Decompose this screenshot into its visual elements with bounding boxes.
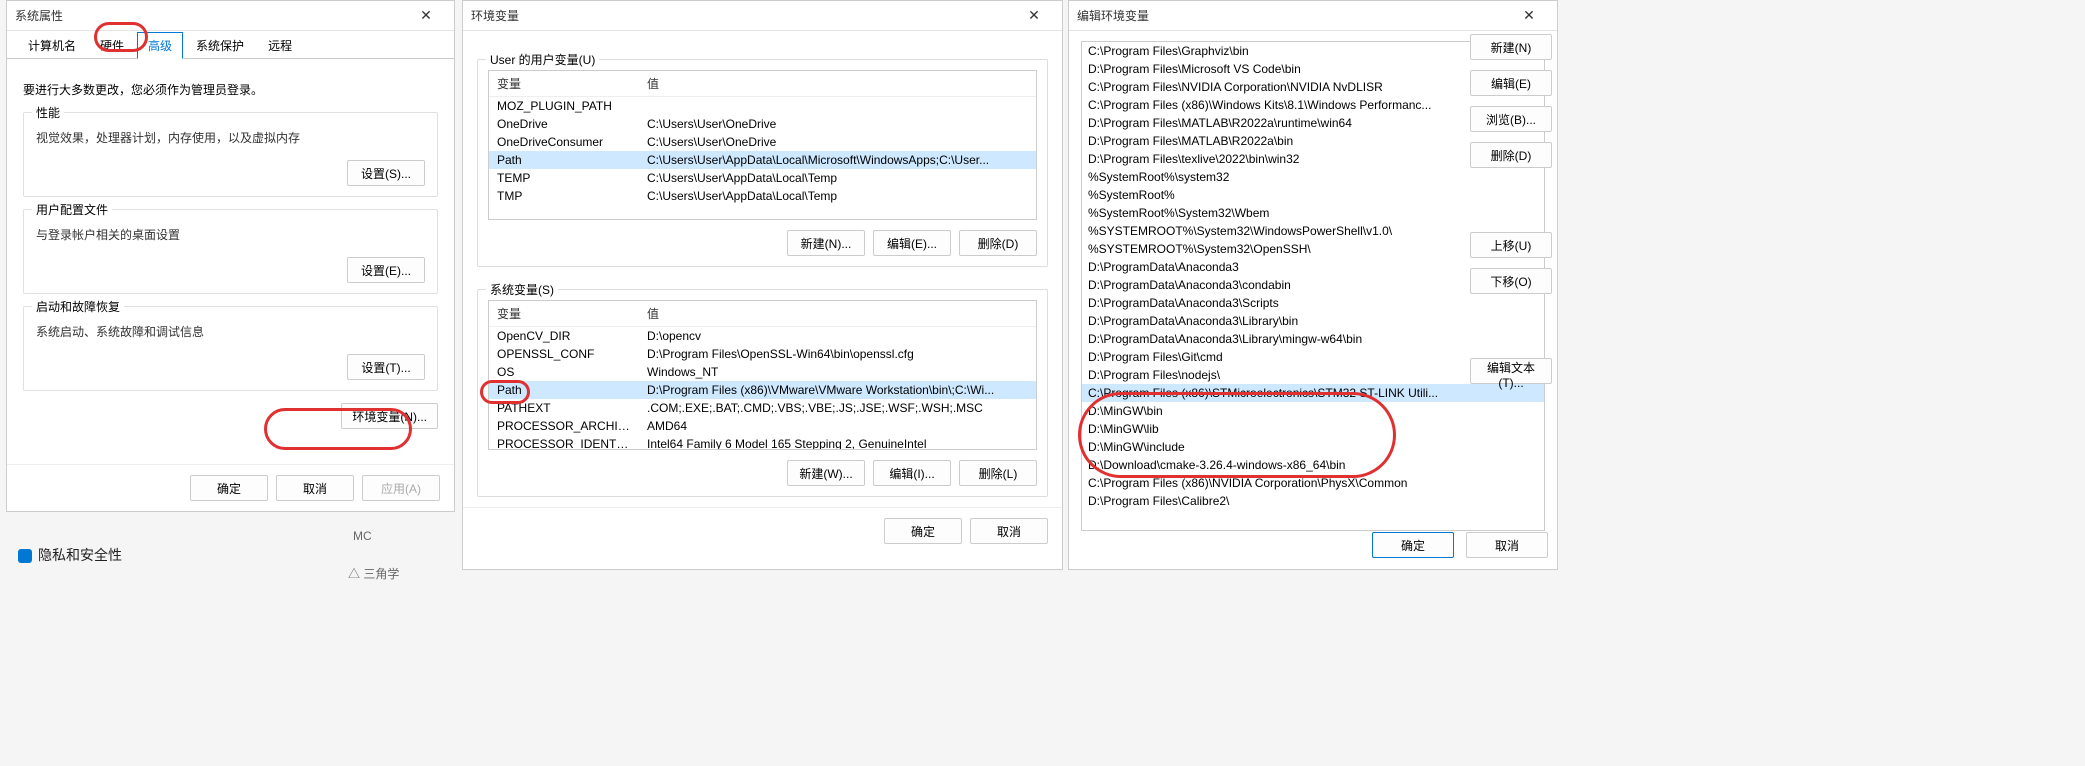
user-new-button[interactable]: 新建(N)... [787, 230, 865, 256]
system-variables-group: 系统变量(S) 变量 值 OpenCV_DIRD:\opencvOPENSSL_… [477, 289, 1048, 497]
environment-variables-button[interactable]: 环境变量(N)... [341, 403, 438, 429]
sys-delete-button[interactable]: 删除(L) [959, 460, 1037, 486]
ok-button[interactable]: 确定 [190, 475, 268, 501]
desktop-item-trig: △ 三角学 [348, 565, 399, 582]
list-item[interactable]: MOZ_PLUGIN_PATH [489, 97, 1036, 115]
startup-recovery-group: 启动和故障恢复 系统启动、系统故障和调试信息 设置(T)... [23, 306, 438, 391]
performance-title: 性能 [32, 104, 64, 121]
list-item[interactable]: PATHEXT.COM;.EXE;.BAT;.CMD;.VBS;.VBE;.JS… [489, 399, 1036, 417]
close-icon[interactable]: ✕ [1014, 7, 1054, 24]
user-profile-group: 用户配置文件 与登录帐户相关的桌面设置 设置(E)... [23, 209, 438, 294]
tab-hardware[interactable]: 硬件 [89, 32, 135, 58]
system-variables-listview[interactable]: 变量 值 OpenCV_DIRD:\opencvOPENSSL_CONFD:\P… [488, 300, 1037, 450]
user-profile-title: 用户配置文件 [32, 201, 112, 218]
list-item[interactable]: OPENSSL_CONFD:\Program Files\OpenSSL-Win… [489, 345, 1036, 363]
column-variable[interactable]: 变量 [489, 301, 639, 326]
desktop-item-mc: MC [353, 529, 372, 543]
ok-button[interactable]: 确定 [884, 518, 962, 544]
performance-settings-button[interactable]: 设置(S)... [347, 160, 425, 186]
user-variables-listview[interactable]: 变量 值 MOZ_PLUGIN_PATHOneDriveC:\Users\Use… [488, 70, 1037, 220]
titlebar: 环境变量 ✕ [463, 1, 1062, 31]
startup-title: 启动和故障恢复 [32, 298, 124, 315]
path-item[interactable]: D:\MinGW\bin [1082, 402, 1544, 420]
titlebar: 编辑环境变量 ✕ [1069, 1, 1557, 31]
edit-path-buttons: 新建(N) 编辑(E) 浏览(B)... 删除(D) 上移(U) 下移(O) 编… [1470, 34, 1552, 384]
path-item[interactable]: D:\MinGW\include [1082, 438, 1544, 456]
apply-button[interactable]: 应用(A) [362, 475, 440, 501]
tab-computer-name[interactable]: 计算机名 [17, 32, 87, 58]
list-item[interactable]: TMPC:\Users\User\AppData\Local\Temp [489, 187, 1036, 205]
dialog-title: 编辑环境变量 [1077, 7, 1509, 24]
list-item[interactable]: PROCESSOR_IDENTIFIERIntel64 Family 6 Mod… [489, 435, 1036, 450]
list-item[interactable]: PathC:\Users\User\AppData\Local\Microsof… [489, 151, 1036, 169]
edit-button[interactable]: 编辑(E) [1470, 70, 1552, 96]
sys-new-button[interactable]: 新建(W)... [787, 460, 865, 486]
list-item[interactable]: OneDriveConsumerC:\Users\User\OneDrive [489, 133, 1036, 151]
move-up-button[interactable]: 上移(U) [1470, 232, 1552, 258]
path-item[interactable]: C:\Program Files (x86)\STMicroelectronic… [1082, 384, 1544, 402]
user-edit-button[interactable]: 编辑(E)... [873, 230, 951, 256]
list-item[interactable]: OneDriveC:\Users\User\OneDrive [489, 115, 1036, 133]
close-icon[interactable]: ✕ [406, 7, 446, 24]
close-icon[interactable]: ✕ [1509, 7, 1549, 24]
new-button[interactable]: 新建(N) [1470, 34, 1552, 60]
system-variables-label: 系统变量(S) [486, 281, 558, 298]
tab-system-protection[interactable]: 系统保护 [185, 32, 255, 58]
path-item[interactable]: D:\Program Files\Calibre2\ [1082, 492, 1544, 510]
cancel-button[interactable]: 取消 [970, 518, 1048, 544]
edit-path-footer: 确定 取消 [1372, 532, 1548, 558]
tab-advanced[interactable]: 高级 [137, 32, 183, 59]
user-variables-group: User 的用户变量(U) 变量 值 MOZ_PLUGIN_PATHOneDri… [477, 59, 1048, 267]
user-profile-settings-button[interactable]: 设置(E)... [347, 257, 425, 283]
edit-text-button[interactable]: 编辑文本(T)... [1470, 358, 1552, 384]
settings-category[interactable]: 隐私和安全性 [18, 545, 122, 565]
dialog-title: 系统属性 [15, 7, 406, 24]
ok-button[interactable]: 确定 [1372, 532, 1454, 558]
performance-group: 性能 视觉效果，处理器计划，内存使用，以及虚拟内存 设置(S)... [23, 112, 438, 197]
path-item[interactable]: D:\MinGW\lib [1082, 420, 1544, 438]
delete-button[interactable]: 删除(D) [1470, 142, 1552, 168]
column-value[interactable]: 值 [639, 71, 1036, 96]
cancel-button[interactable]: 取消 [1466, 532, 1548, 558]
titlebar: 系统属性 ✕ [7, 1, 454, 31]
path-item[interactable]: C:\Program Files (x86)\NVIDIA Corporatio… [1082, 474, 1544, 492]
admin-note: 要进行大多数更改，您必须作为管理员登录。 [23, 81, 438, 98]
column-variable[interactable]: 变量 [489, 71, 639, 96]
tab-remote[interactable]: 远程 [257, 32, 303, 58]
browse-button[interactable]: 浏览(B)... [1470, 106, 1552, 132]
column-value[interactable]: 值 [639, 301, 1036, 326]
dialog-title: 环境变量 [471, 7, 1014, 24]
shield-icon [18, 549, 32, 563]
user-delete-button[interactable]: 删除(D) [959, 230, 1037, 256]
system-properties-dialog: 系统属性 ✕ 计算机名 硬件 高级 系统保护 远程 要进行大多数更改，您必须作为… [6, 0, 455, 512]
performance-desc: 视觉效果，处理器计划，内存使用，以及虚拟内存 [36, 129, 425, 146]
path-item[interactable]: D:\Download\cmake-3.26.4-windows-x86_64\… [1082, 456, 1544, 474]
environment-variables-dialog: 环境变量 ✕ User 的用户变量(U) 变量 值 MOZ_PLUGIN_PAT… [462, 0, 1063, 570]
sys-edit-button[interactable]: 编辑(I)... [873, 460, 951, 486]
tabs: 计算机名 硬件 高级 系统保护 远程 [7, 31, 454, 59]
list-item[interactable]: TEMPC:\Users\User\AppData\Local\Temp [489, 169, 1036, 187]
list-item[interactable]: OpenCV_DIRD:\opencv [489, 327, 1036, 345]
startup-settings-button[interactable]: 设置(T)... [347, 354, 425, 380]
user-variables-label: User 的用户变量(U) [486, 51, 599, 68]
user-profile-desc: 与登录帐户相关的桌面设置 [36, 226, 425, 243]
move-down-button[interactable]: 下移(O) [1470, 268, 1552, 294]
startup-desc: 系统启动、系统故障和调试信息 [36, 323, 425, 340]
cancel-button[interactable]: 取消 [276, 475, 354, 501]
list-item[interactable]: PROCESSOR_ARCHITECTUREAMD64 [489, 417, 1036, 435]
list-item[interactable]: PathD:\Program Files (x86)\VMware\VMware… [489, 381, 1036, 399]
list-item[interactable]: OSWindows_NT [489, 363, 1036, 381]
